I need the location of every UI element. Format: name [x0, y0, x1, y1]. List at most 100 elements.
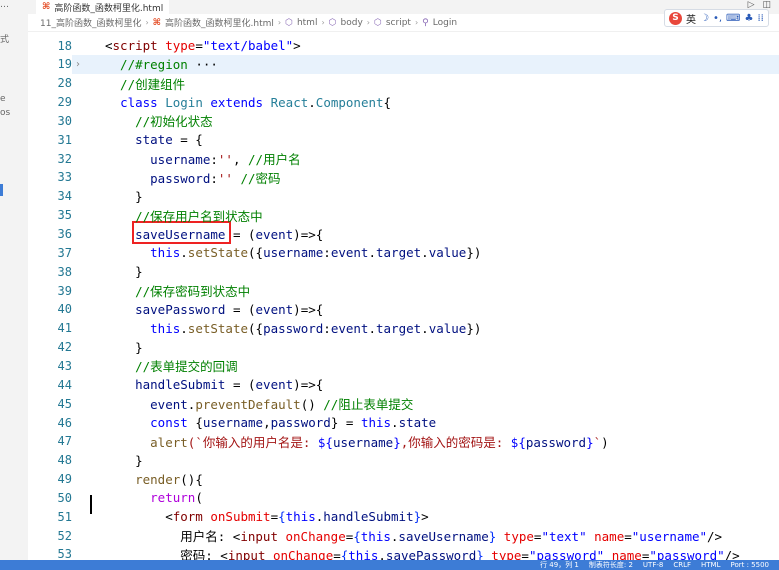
code-line[interactable]: 33 password:'' //密码 [28, 168, 779, 187]
code-text: //保存用户名到状态中 [105, 208, 263, 224]
status-item[interactable]: 行 49，列 1 [540, 560, 579, 570]
breadcrumb-file[interactable]: 高阶函数_函数柯里化.html [165, 16, 274, 29]
code-text: //初始化状态 [105, 114, 213, 130]
sidebar-fragment: e [0, 94, 6, 104]
breadcrumb-symbol[interactable]: Login [433, 18, 457, 28]
code-line[interactable]: 29 class Login extends React.Component{ [28, 93, 779, 112]
code-line[interactable]: 30 //初始化状态 [28, 111, 779, 130]
code-text: password:'' //密码 [105, 170, 281, 186]
code-text: return( [150, 490, 203, 506]
fold-chevron-icon[interactable]: › [76, 59, 80, 70]
code-line[interactable]: 50 return( [28, 488, 779, 507]
status-item[interactable]: HTML [701, 561, 720, 569]
activity-bar: … 式 e os [0, 0, 29, 570]
code-line[interactable]: 41 this.setState({password:event.target.… [28, 319, 779, 338]
code-line[interactable]: 28 //创建组件 [28, 74, 779, 93]
code-line[interactable]: 46 const {username,password} = this.stat… [28, 413, 779, 432]
code-line[interactable]: 18 <script type="text/babel"> [28, 36, 779, 55]
ime-logo-icon[interactable]: S [669, 11, 682, 25]
code-line[interactable]: 49 render(){ [28, 470, 779, 489]
code-text: } [105, 188, 143, 204]
line-number: 41 [57, 321, 72, 336]
code-line[interactable]: 45 event.preventDefault() //阻止表单提交 [28, 394, 779, 413]
line-number: 18 [57, 38, 72, 53]
code-text: 密码: <input onChange={this.savePassword} … [105, 547, 740, 560]
code-line[interactable]: 35 //保存用户名到状态中 [28, 206, 779, 225]
code-text: <script type="text/babel"> [105, 38, 301, 53]
line-number: 39 [57, 283, 72, 298]
line-number: 46 [57, 415, 72, 430]
code-text: 用户名: <input onChange={this.saveUsername}… [105, 529, 723, 545]
chevron-right-icon: › [145, 18, 149, 27]
code-text: //创建组件 [105, 76, 186, 92]
breadcrumb-folder[interactable]: 11_高阶函数_函数柯里化 [40, 16, 141, 29]
editor-tab[interactable]: ⌘ 高阶函数_函数柯里化.html [36, 0, 170, 14]
code-line[interactable]: 37 this.setState({username:event.target.… [28, 243, 779, 262]
line-number: 53 [57, 547, 72, 560]
grid-icon[interactable]: ⁞⁞ [757, 13, 763, 24]
code-line[interactable]: 36 saveUsername = (event)=>{ [28, 225, 779, 244]
line-number: 34 [57, 189, 72, 204]
line-number: 48 [57, 453, 72, 468]
line-number: 45 [57, 396, 72, 411]
skin-icon[interactable]: ♣ [744, 13, 753, 24]
sidebar-fragment: 式 [0, 35, 10, 45]
code-text: class Login extends React.Component{ [120, 94, 392, 110]
line-number: 19 [57, 57, 72, 72]
ime-mode[interactable]: 英 [686, 11, 696, 26]
status-item[interactable]: Port : 5500 [731, 561, 770, 569]
element-icon: ⬡ [328, 17, 337, 28]
code-line[interactable]: 39 //保存密码到状态中 [28, 281, 779, 300]
code-line[interactable]: 34 } [28, 187, 779, 206]
code-line[interactable]: 44 handleSubmit = (event)=>{ [28, 375, 779, 394]
line-number: 33 [57, 170, 72, 185]
code-editor[interactable]: 18 <script type="text/babel"> 19 › //#regio… [28, 32, 779, 560]
more-icon[interactable]: … [0, 0, 9, 10]
class-icon: ⚲ [422, 17, 429, 28]
status-item[interactable]: UTF-8 [643, 561, 663, 569]
code-text: //表单提交的回调 [105, 359, 238, 375]
status-bar: 行 49，列 1 制表符长度: 2 UTF-8 CRLF HTML Port : 5500 [0, 560, 779, 570]
code-text: const {username,password} = this.state [150, 415, 437, 430]
code-line[interactable]: 52 用户名: <input onChange={this.saveUserna… [28, 526, 779, 545]
code-text: //保存密码到状态中 [105, 284, 251, 300]
breadcrumb-script[interactable]: script [386, 18, 411, 28]
code-text: username:'', //用户名 [105, 152, 301, 168]
code-text: } [105, 452, 143, 468]
code-line[interactable]: 40 savePassword = (event)=>{ [28, 300, 779, 319]
chevron-right-icon: › [277, 18, 282, 27]
tab-filename: 高阶函数_函数柯里化.html [54, 3, 164, 14]
code-line[interactable]: 43 //表单提交的回调 [28, 356, 779, 375]
code-text: handleSubmit = (event)=>{ [105, 377, 324, 393]
breadcrumb-body[interactable]: body [341, 18, 363, 28]
code-line[interactable]: 42 } [28, 338, 779, 357]
code-line[interactable]: 47 alert(`你输入的用户名是: ${username},你输入的密码是:… [28, 432, 779, 451]
ime-toolbar: S 英 ☽ •, ⌨ ♣ ⁞⁞ [664, 9, 769, 27]
code-text: <form onSubmit={this.handleSubmit}> [105, 509, 429, 525]
line-number: 30 [57, 113, 72, 128]
code-line[interactable]: 53 密码: <input onChange={this.savePasswor… [28, 545, 779, 560]
line-number: 44 [57, 377, 72, 392]
code-text: render(){ [135, 471, 203, 487]
code-line[interactable]: 51 <form onSubmit={this.handleSubmit}> [28, 507, 779, 526]
line-number: 31 [57, 132, 72, 147]
moon-icon[interactable]: ☽ [700, 13, 709, 24]
code-text: alert(`你输入的用户名是: ${username},你输入的密码是: ${… [150, 434, 609, 450]
element-icon: ⬡ [374, 17, 382, 28]
code-text: event.preventDefault() //阻止表单提交 [105, 397, 414, 413]
keyboard-icon[interactable]: ⌨ [726, 13, 740, 24]
breadcrumb-html[interactable]: html [297, 18, 318, 28]
element-icon: ⬡ [285, 17, 293, 28]
line-number: 36 [57, 227, 72, 241]
status-item[interactable]: CRLF [673, 561, 691, 569]
code-line[interactable]: 48 } [28, 451, 779, 470]
chevron-right-icon: › [321, 18, 325, 27]
code-line[interactable]: 38 } [28, 262, 779, 281]
code-line[interactable]: 31 state = { [28, 130, 779, 149]
line-number: 35 [57, 208, 72, 223]
code-line[interactable]: 32 username:'', //用户名 [28, 149, 779, 168]
line-number: 42 [57, 340, 72, 355]
code-line[interactable]: 19 › //#region ··· [28, 55, 779, 74]
status-item[interactable]: 制表符长度: 2 [589, 560, 633, 570]
punctuation-icon[interactable]: •, [713, 13, 722, 24]
